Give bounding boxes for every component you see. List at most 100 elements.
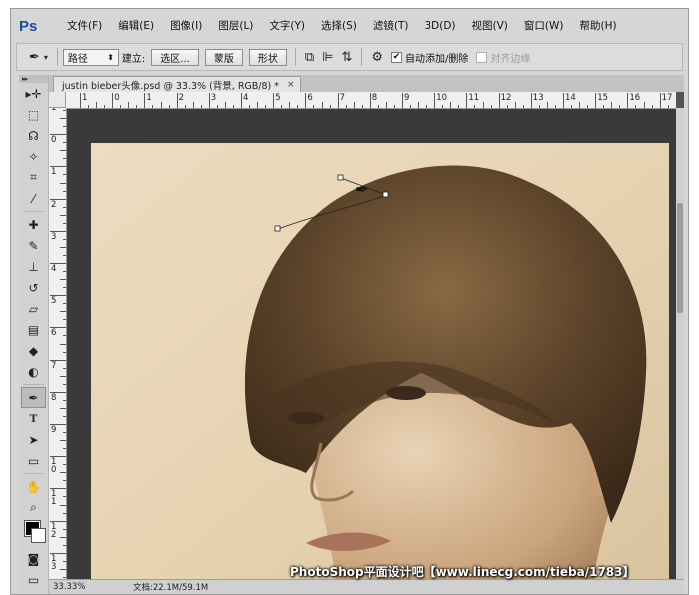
menu-item[interactable]: 图层(L) [210,9,261,43]
ruler-minor-tick [522,105,524,108]
menu-bar: Ps 文件(F) 编辑(E) 图像(I) 图层(L) 文字(Y) 选择(S) 滤镜(T) 3D… [11,9,688,43]
ruler-minor-tick [385,102,387,108]
ruler-minor-tick [60,214,66,216]
shape-tool-icon[interactable]: ▭ [19,450,48,471]
path-anchor-point[interactable] [337,174,344,181]
menu-item[interactable]: 窗口(W) [516,9,572,43]
divider [23,473,44,474]
ruler-tick [402,93,403,108]
ruler-minor-tick [63,496,66,498]
ruler-tick [434,93,436,108]
ruler-label: 16 [629,93,641,103]
vertical-scrollbar[interactable] [676,108,684,580]
path-select-tool-icon[interactable]: ➤ [19,429,48,450]
menu-item[interactable]: 选择(S) [313,9,365,43]
menu-item[interactable]: 文字(Y) [261,9,313,43]
menu-item[interactable]: 文件(F) [59,9,110,43]
ruler-tick [498,93,500,108]
tools-panel-collapse[interactable]: ▸▸ [19,75,48,83]
ruler-label: 1 [51,108,57,113]
eraser-tool-icon[interactable]: ▱ [19,298,48,319]
ruler-label: 11 [468,93,480,103]
eyedropper-tool-icon[interactable]: ⁄ [19,188,48,209]
ruler-minor-tick [603,105,605,108]
menu-item[interactable]: 图像(I) [162,9,210,43]
healing-brush-tool-icon[interactable]: ✚ [19,214,48,235]
make-shape-button[interactable]: 形状 [248,48,287,66]
make-mask-button[interactable]: 蒙版 [204,48,243,66]
path-operations-icon[interactable]: ⧉ [305,50,314,65]
lasso-tool-icon[interactable]: ☊ [19,125,48,146]
ruler-minor-tick [120,105,122,108]
dodge-tool-icon[interactable]: ◐ [19,361,48,382]
menu-item[interactable]: 帮助(H) [572,9,625,43]
ruler-minor-tick [393,105,395,108]
canvas-area[interactable]: ✒ [67,109,676,580]
ruler-minor-tick [458,105,460,108]
tool-preset-dropdown-icon[interactable]: ▾ [44,53,48,62]
menu-item[interactable]: 滤镜(T) [365,9,417,43]
move-tool-icon[interactable]: ▸✛ [19,83,48,104]
ruler-minor-tick [611,102,613,108]
ruler-minor-tick [63,222,66,224]
ruler-tick [369,93,371,108]
clone-stamp-tool-icon[interactable]: ⊥ [19,256,48,277]
gear-icon[interactable]: ⚙ [371,50,383,65]
ruler-minor-tick [232,105,234,108]
document-tab[interactable]: justin bieber头像.psd @ 33.3% (背景, RGB/8) … [53,76,301,92]
ruler-label: 2 [51,199,57,210]
ruler-origin[interactable] [49,92,66,108]
path-alignment-icon[interactable]: ⊫ [322,50,333,65]
horizontal-ruler[interactable]: 1 0 1 2 3 4 5 6 7 8 9 10 11 12 13 14 15 16 17 [66,92,676,109]
ruler-minor-tick [410,105,412,108]
menu-item[interactable]: 3D(D) [416,9,463,43]
pen-tool-icon[interactable]: ✒ [21,387,46,408]
menu-item[interactable]: 视图(V) [464,9,516,43]
path-anchor-point[interactable] [382,191,389,198]
right-eye [386,386,426,400]
ruler-minor-tick [60,311,66,313]
ruler-minor-tick [63,512,66,514]
vertical-ruler[interactable]: 101234567891 01 11 21 3 [49,108,67,580]
make-selection-button[interactable]: 选区... [151,48,199,66]
ruler-label: 15 [597,93,609,103]
gradient-tool-icon[interactable]: ▤ [19,319,48,340]
ruler-minor-tick [60,568,66,570]
quick-mask-icon[interactable]: ◙ [19,548,48,569]
blur-tool-icon[interactable]: ◆ [19,340,48,361]
screen-mode-icon[interactable]: ▭ [19,569,48,590]
pen-mode-select[interactable]: 路径 ⬍ [62,48,119,66]
ruler-label: 1 0 [51,457,57,476]
auto-add-delete-checkbox[interactable]: ✔ 自动添加/删除 [391,50,468,65]
ruler-minor-tick [377,105,379,108]
photo-canvas[interactable]: ✒ [91,143,669,580]
close-icon[interactable]: × [287,80,295,90]
marquee-tool-icon[interactable]: ⬚ [19,104,48,125]
auto-add-checkbox-box[interactable]: ✔ [391,51,403,63]
path-anchor-point[interactable] [274,225,281,232]
crop-tool-icon[interactable]: ⌗ [19,167,48,188]
type-tool-icon[interactable]: T [19,408,48,429]
ruler-minor-tick [63,174,66,176]
quick-select-tool-icon[interactable]: ✧ [19,146,48,167]
scrollbar-thumb[interactable] [677,203,683,313]
hand-tool-icon[interactable]: ✋ [19,476,48,497]
brush-tool-icon[interactable]: ✎ [19,235,48,256]
ruler-label: 0 [51,135,57,146]
menu-item[interactable]: 编辑(E) [110,9,162,43]
ruler-label: 8 [51,392,57,403]
zoom-tool-icon[interactable]: ⌕ [19,497,48,518]
background-color-swatch[interactable] [31,528,46,543]
auto-add-label: 自动添加/删除 [405,53,469,65]
align-edges-checkbox[interactable]: 对齐边缘 [476,50,530,65]
ruler-minor-tick [60,343,66,345]
ruler-label: 1 [146,93,152,103]
ruler-minor-tick [643,102,645,108]
history-brush-tool-icon[interactable]: ↺ [19,277,48,298]
path-arrangement-icon[interactable]: ⇅ [341,50,352,65]
ruler-minor-tick [63,319,66,321]
ruler-minor-tick [63,464,66,466]
pen-tool-icon[interactable]: ✒ [29,50,40,65]
align-edges-checkbox-box[interactable] [476,51,488,63]
zoom-level[interactable]: 33.33% [49,582,89,592]
